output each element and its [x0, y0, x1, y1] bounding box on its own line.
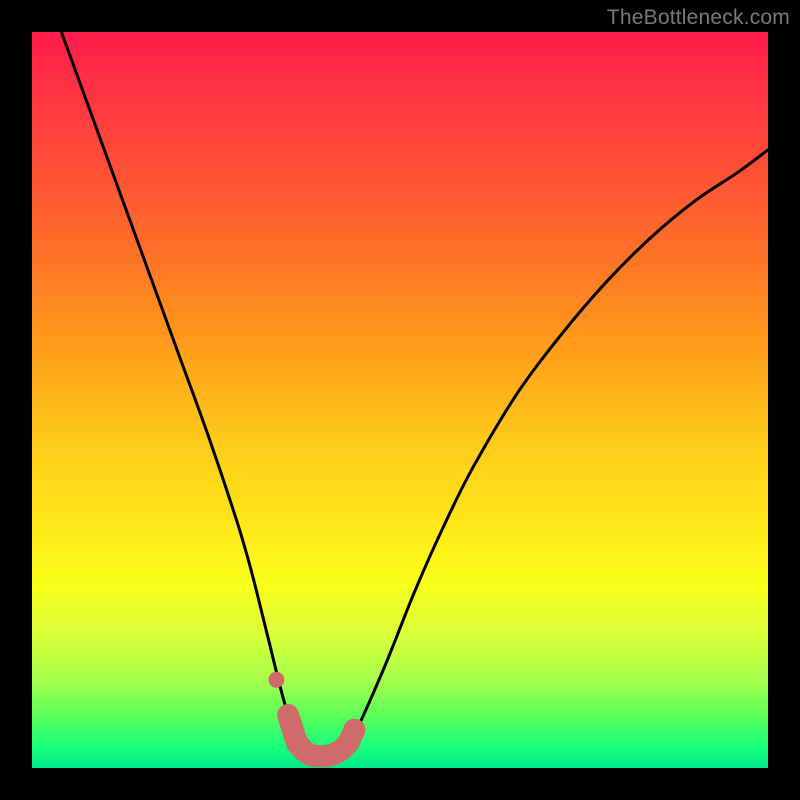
optimal-zone-markers: [268, 672, 354, 757]
optimal-zone-stroke: [288, 715, 354, 756]
curve-layer: [32, 32, 768, 768]
watermark-text: TheBottleneck.com: [607, 6, 790, 30]
optimal-dot: [268, 672, 284, 688]
bottleneck-curve: [61, 32, 768, 758]
chart-frame: TheBottleneck.com: [0, 0, 800, 800]
plot-area: [32, 32, 768, 768]
